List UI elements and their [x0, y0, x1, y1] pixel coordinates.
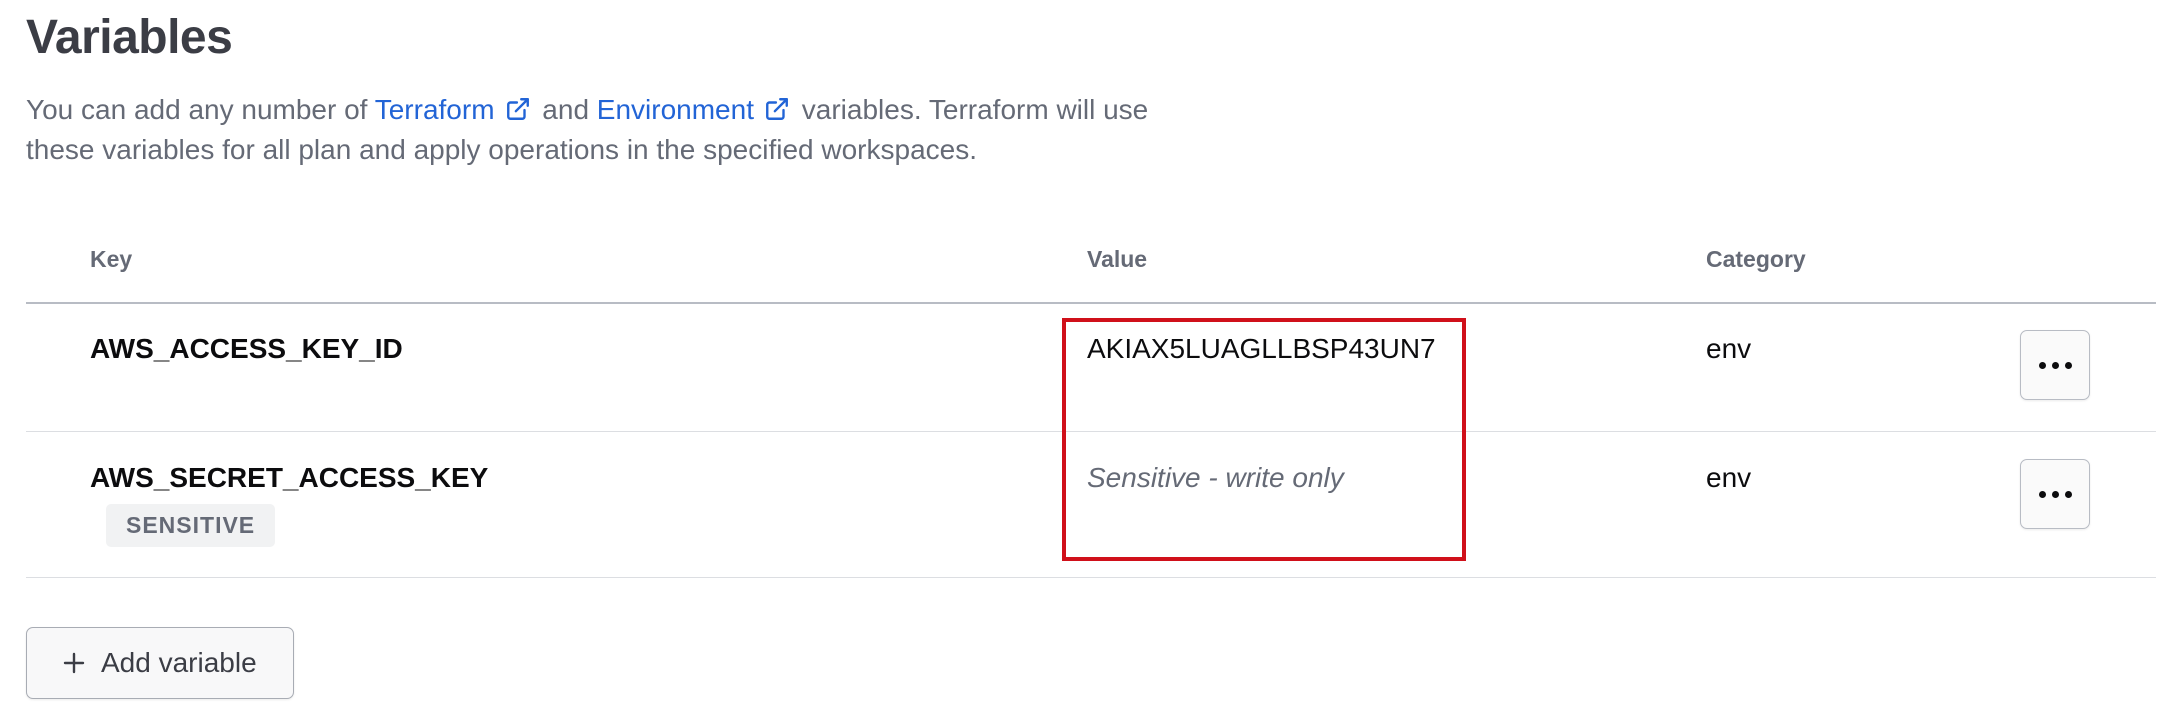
column-header-value: Value [1087, 246, 1148, 272]
table-row: AWS_SECRET_ACCESS_KEY SENSITIVE Sensitiv… [26, 432, 2156, 578]
variables-table-header: Key Value Category [26, 226, 2156, 304]
table-row: AWS_ACCESS_KEY_ID AKIAX5LUAGLLBSP43UN7 e… [26, 303, 2156, 432]
page-description: You can add any number of Terraform and … [26, 90, 1206, 170]
row-actions-button[interactable] [2020, 330, 2090, 400]
variable-value: AKIAX5LUAGLLBSP43UN7 [1087, 333, 1436, 364]
sensitive-badge: SENSITIVE [106, 504, 276, 547]
description-text-start: You can add any number of [26, 94, 375, 125]
column-header-category: Category [1706, 246, 1806, 272]
variable-category: env [1706, 333, 1752, 364]
add-variable-button[interactable]: Add variable [26, 627, 294, 699]
variable-value: Sensitive - write only [1087, 462, 1344, 493]
terraform-variables-link[interactable]: Terraform [375, 94, 535, 125]
external-link-icon [505, 96, 531, 122]
add-variable-label: Add variable [101, 647, 257, 678]
variable-key: AWS_SECRET_ACCESS_KEY [90, 462, 489, 493]
plus-icon [63, 652, 85, 674]
variables-page: Variables You can add any number of Terr… [26, 0, 2156, 726]
column-header-key: Key [90, 246, 133, 272]
description-text-middle: and [534, 94, 597, 125]
variable-category: env [1706, 462, 1752, 493]
page-title: Variables [26, 11, 233, 64]
environment-link-label: Environment [596, 94, 754, 125]
environment-variables-link[interactable]: Environment [597, 94, 794, 125]
variable-key: AWS_ACCESS_KEY_ID [90, 333, 403, 364]
more-horizontal-icon [2038, 490, 2072, 498]
more-horizontal-icon [2038, 361, 2072, 369]
row-actions-button[interactable] [2020, 459, 2090, 529]
terraform-link-label: Terraform [374, 94, 495, 125]
external-link-icon [764, 96, 790, 122]
